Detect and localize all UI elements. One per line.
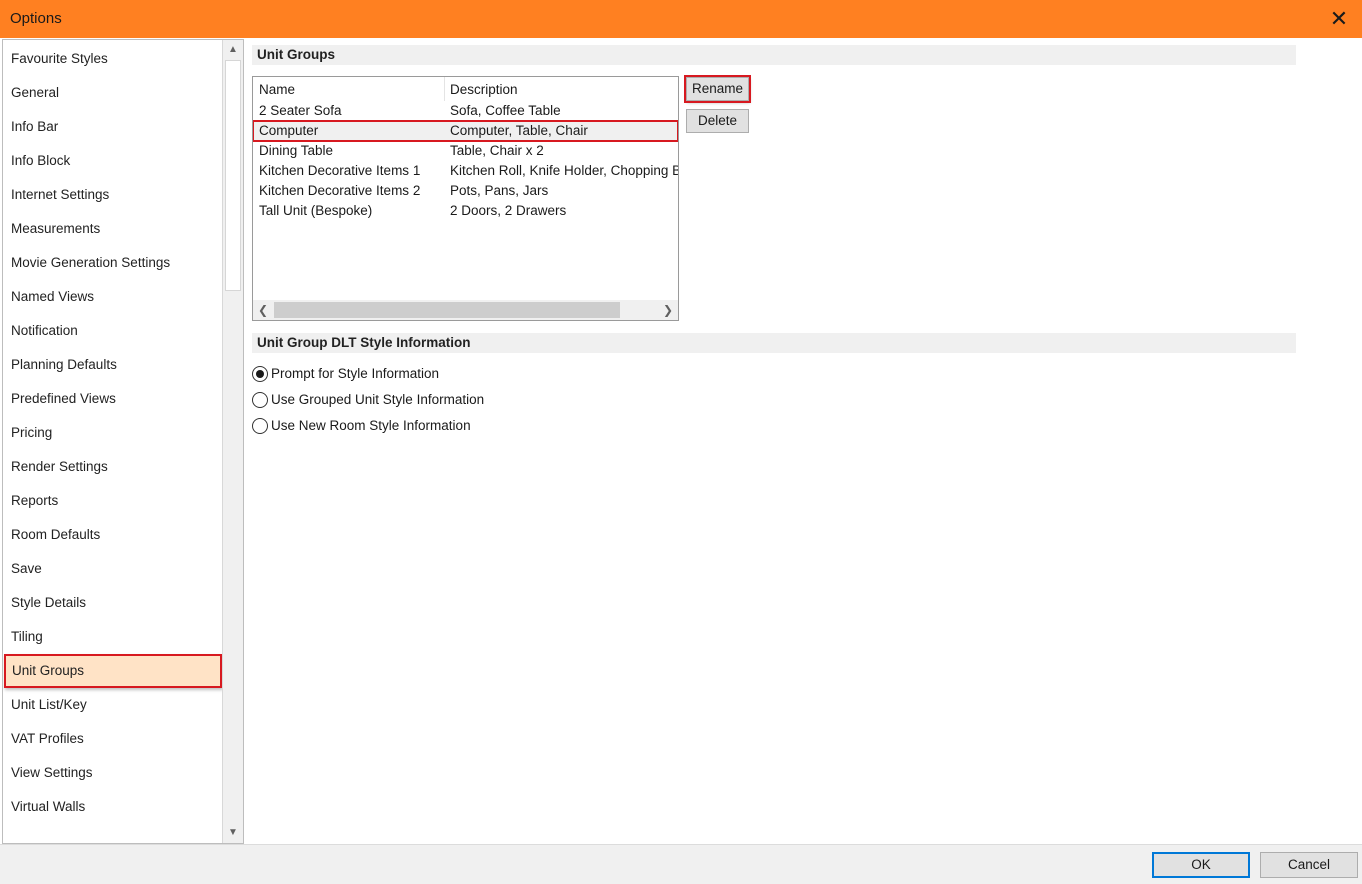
cell-description: 2 Doors, 2 Drawers (450, 203, 567, 218)
scroll-left-icon[interactable]: ❮ (253, 300, 273, 320)
cell-description: Table, Chair x 2 (450, 143, 544, 158)
sidebar-item-measurements[interactable]: Measurements (3, 212, 223, 246)
list-header: Name Description (253, 77, 678, 101)
ok-button[interactable]: OK (1152, 852, 1250, 878)
title-bar: Options ✕ (0, 0, 1362, 38)
list-horizontal-scrollbar[interactable]: ❮ ❯ (253, 300, 678, 320)
options-category-list: Favourite Styles General Info Bar Info Bloc… (2, 39, 244, 844)
cell-name: Tall Unit (Bespoke) (259, 203, 373, 218)
scrollbar-thumb[interactable] (274, 302, 620, 318)
cell-name: Computer (259, 123, 319, 138)
table-row[interactable]: Dining Table Table, Chair x 2 (253, 141, 678, 161)
dlt-style-header: Unit Group DLT Style Information (252, 333, 1296, 353)
radio-label: Use Grouped Unit Style Information (271, 392, 485, 407)
cell-description: Kitchen Roll, Knife Holder, Chopping Boa… (450, 163, 678, 178)
dialog-footer: OK Cancel (0, 844, 1362, 884)
column-separator[interactable] (444, 77, 445, 101)
sidebar-item-info-bar[interactable]: Info Bar (3, 110, 223, 144)
column-header-name[interactable]: Name (259, 82, 295, 97)
radio-indicator[interactable] (252, 366, 268, 382)
sidebar-item-predefined-views[interactable]: Predefined Views (3, 382, 223, 416)
sidebar-item-render-settings[interactable]: Render Settings (3, 450, 223, 484)
sidebar-item-named-views[interactable]: Named Views (3, 280, 223, 314)
category-list: Favourite Styles General Info Bar Info Bloc… (3, 42, 223, 824)
table-row[interactable]: Computer Computer, Table, Chair (253, 120, 678, 142)
sidebar-item-notification[interactable]: Notification (3, 314, 223, 348)
radio-indicator[interactable] (252, 392, 268, 408)
sidebar-item-general[interactable]: General (3, 76, 223, 110)
radio-indicator[interactable] (252, 418, 268, 434)
sidebar-item-tiling[interactable]: Tiling (3, 620, 223, 654)
sidebar-item-favourite-styles[interactable]: Favourite Styles (3, 42, 223, 76)
sidebar-item-save[interactable]: Save (3, 552, 223, 586)
sidebar-item-unit-groups[interactable]: Unit Groups (4, 654, 222, 688)
table-row[interactable]: Tall Unit (Bespoke) 2 Doors, 2 Drawers (253, 201, 678, 221)
sidebar-item-vat-profiles[interactable]: VAT Profiles (3, 722, 223, 756)
rename-button[interactable]: Rename (684, 75, 751, 103)
sidebar-item-unit-list-key[interactable]: Unit List/Key (3, 688, 223, 722)
table-row[interactable]: 2 Seater Sofa Sofa, Coffee Table (253, 101, 678, 121)
table-row[interactable]: Kitchen Decorative Items 1 Kitchen Roll, … (253, 161, 678, 181)
scroll-up-icon[interactable]: ▲ (223, 40, 243, 60)
sidebar-item-internet-settings[interactable]: Internet Settings (3, 178, 223, 212)
cell-description: Computer, Table, Chair (450, 123, 588, 138)
cancel-button[interactable]: Cancel (1260, 852, 1358, 878)
table-row[interactable]: Kitchen Decorative Items 2 Pots, Pans, Ja… (253, 181, 678, 201)
close-icon[interactable]: ✕ (1326, 6, 1352, 32)
sidebar-item-virtual-walls[interactable]: Virtual Walls (3, 790, 223, 824)
cell-name: Kitchen Decorative Items 2 (259, 183, 421, 198)
column-header-description[interactable]: Description (450, 82, 518, 97)
cell-name: 2 Seater Sofa (259, 103, 342, 118)
sidebar-item-pricing[interactable]: Pricing (3, 416, 223, 450)
cell-name: Kitchen Decorative Items 1 (259, 163, 421, 178)
sidebar-item-reports[interactable]: Reports (3, 484, 223, 518)
sidebar-item-movie-generation-settings[interactable]: Movie Generation Settings (3, 246, 223, 280)
radio-label: Use New Room Style Information (271, 418, 471, 433)
sidebar-item-room-defaults[interactable]: Room Defaults (3, 518, 223, 552)
window-title: Options (10, 10, 62, 27)
sidebar-item-info-block[interactable]: Info Block (3, 144, 223, 178)
sidebar-item-style-details[interactable]: Style Details (3, 586, 223, 620)
radio-label: Prompt for Style Information (271, 366, 440, 381)
cell-description: Pots, Pans, Jars (450, 183, 549, 198)
scrollbar-thumb[interactable] (225, 60, 241, 291)
scroll-right-icon[interactable]: ❯ (658, 300, 678, 320)
scroll-down-icon[interactable]: ▼ (223, 823, 243, 843)
unit-groups-list[interactable]: Name Description 2 Seater Sofa Sofa, Coff… (252, 76, 679, 321)
sidebar-item-view-settings[interactable]: View Settings (3, 756, 223, 790)
delete-button[interactable]: Delete (686, 109, 749, 133)
sidebar-scrollbar[interactable]: ▲ ▼ (222, 40, 243, 843)
cell-name: Dining Table (259, 143, 334, 158)
cell-description: Sofa, Coffee Table (450, 103, 561, 118)
sidebar-item-planning-defaults[interactable]: Planning Defaults (3, 348, 223, 382)
unit-groups-header: Unit Groups (252, 45, 1296, 65)
